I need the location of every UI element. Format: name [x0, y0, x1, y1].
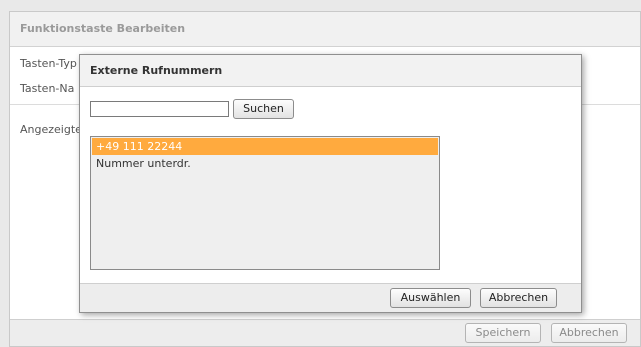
list-item-number[interactable]: +49 111 22244	[92, 138, 438, 155]
select-button[interactable]: Auswählen	[390, 288, 471, 308]
dialog-footer: Auswählen Abbrechen	[80, 283, 581, 312]
save-button[interactable]: Speichern	[465, 323, 541, 343]
panel-title: Funktionstaste Bearbeiten	[20, 22, 186, 35]
key-type-label: Tasten-Typ	[20, 57, 77, 70]
search-button[interactable]: Suchen	[233, 99, 294, 119]
list-item-number-withheld[interactable]: Nummer unterdr.	[92, 155, 438, 172]
displayed-label: Angezeigte	[20, 123, 82, 136]
search-input[interactable]	[90, 101, 229, 117]
panel-footer: Speichern Abbrechen	[10, 319, 640, 346]
dialog-cancel-button[interactable]: Abbrechen	[480, 288, 557, 308]
dialog-title: Externe Rufnummern	[90, 64, 223, 77]
panel-cancel-button[interactable]: Abbrechen	[551, 323, 627, 343]
panel-header: Funktionstaste Bearbeiten	[10, 12, 640, 47]
phone-number-list[interactable]: +49 111 22244 Nummer unterdr.	[90, 136, 440, 270]
key-name-label: Tasten-Na	[20, 82, 75, 95]
dialog-header: Externe Rufnummern	[80, 55, 581, 87]
external-numbers-dialog: Externe Rufnummern Suchen +49 111 22244 …	[79, 54, 582, 313]
